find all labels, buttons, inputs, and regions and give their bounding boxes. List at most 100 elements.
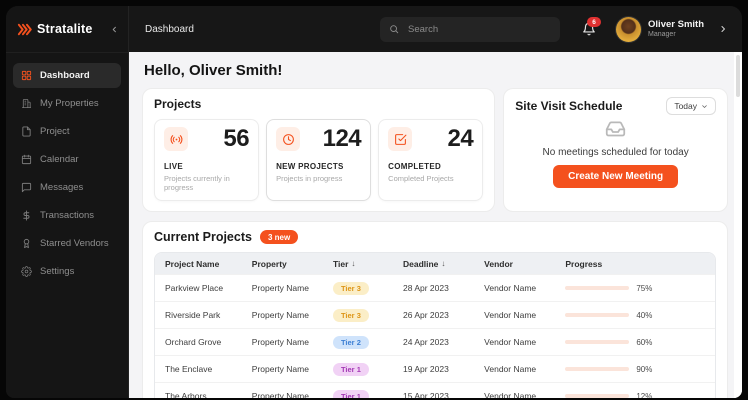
sidebar-item-messages[interactable]: Messages [13, 175, 121, 200]
stat-card-live[interactable]: 56 LIVE Projects currently in progress [154, 119, 260, 201]
table-row[interactable]: Parkview Place Property Name Tier 3 28 Apr … [155, 274, 715, 301]
stat-label: COMPLETED [388, 162, 442, 171]
create-meeting-button[interactable]: Create New Meeting [553, 165, 679, 188]
tier-badge: Tier 3 [332, 308, 369, 322]
user-name: Oliver Smith [648, 19, 704, 30]
search-field[interactable] [406, 22, 552, 36]
scrollbar-thumb[interactable] [736, 55, 740, 97]
sidebar: Stratalite Dashboard My Properties Project… [6, 6, 129, 398]
scrollbar[interactable] [734, 52, 742, 398]
table-row[interactable]: Riverside Park Property Name Tier 3 26 Apr … [155, 301, 715, 328]
logo-row: Stratalite [6, 6, 128, 53]
progress-percent: 12% [636, 391, 653, 399]
sidebar-item-label: Project [40, 126, 70, 137]
user-role: Manager [648, 31, 676, 38]
tier-badge: Tier 2 [332, 335, 369, 349]
tier-badge: Tier 1 [332, 389, 369, 398]
broadcast-icon [164, 127, 188, 151]
property-cell: Property Name [251, 391, 309, 398]
deadline-cell: 26 Apr 2023 [402, 310, 449, 320]
stratalite-logo-icon [17, 22, 32, 37]
tier-badge: Tier 3 [332, 281, 369, 295]
progress-percent: 40% [636, 310, 653, 320]
projects-table: Project Name Property Tier ↓ Deadline ↓ Vendor… [154, 252, 716, 398]
inbox-tray-icon [605, 118, 626, 139]
stat-sublabel: Completed Projects [388, 174, 454, 183]
stat-card-new-projects[interactable]: 124 NEW PROJECTS Projects in progress [266, 119, 372, 201]
project-name-cell: The Arbors [165, 391, 207, 398]
progress-bar [565, 313, 630, 317]
property-cell: Property Name [251, 310, 309, 320]
search-input[interactable] [380, 16, 561, 42]
sidebar-item-transactions[interactable]: Transactions [13, 203, 121, 228]
property-cell: Property Name [251, 283, 309, 293]
notifications-button[interactable]: 6 [582, 17, 602, 36]
table-row[interactable]: The Arbors Property Name Tier 1 15 Apr 2023… [155, 382, 715, 398]
no-meetings-text: No meetings scheduled for today [542, 147, 689, 158]
brand-name: Stratalite [37, 22, 93, 36]
sidebar-item-label: Calendar [40, 154, 79, 165]
project-name-cell: Parkview Place [165, 283, 224, 293]
dollar-icon [21, 210, 32, 221]
dashboard-icon [21, 70, 32, 81]
search-icon [389, 24, 399, 34]
table-row[interactable]: Orchard Grove Property Name Tier 2 24 Apr 2… [155, 328, 715, 355]
vendor-cell: Vendor Name [484, 337, 537, 347]
sidebar-item-label: My Properties [40, 98, 99, 109]
stat-value: 24 [447, 125, 474, 152]
award-icon [21, 238, 32, 249]
site-visit-title: Site Visit Schedule [515, 99, 623, 113]
document-icon [21, 126, 32, 137]
user-profile[interactable]: Oliver Smith Manager [616, 16, 704, 42]
progress-bar [565, 367, 630, 371]
sidebar-nav: Dashboard My Properties Project Calendar Mes… [6, 53, 128, 297]
deadline-cell: 15 Apr 2023 [402, 391, 449, 398]
current-projects-title: Current Projects [154, 230, 252, 244]
tier-badge: Tier 1 [332, 362, 369, 376]
gear-icon [21, 266, 32, 277]
sidebar-item-starred-vendors[interactable]: Starred Vendors [13, 231, 121, 256]
sort-down-icon[interactable]: ↓ [441, 259, 445, 268]
column-header-property: Property [251, 258, 287, 269]
stat-card-completed[interactable]: 24 COMPLETED Completed Projects [378, 119, 484, 201]
profile-chevron-icon[interactable] [718, 24, 728, 34]
schedule-filter-value: Today [674, 101, 697, 111]
table-header-row: Project Name Property Tier ↓ Deadline ↓ Vendor… [155, 253, 715, 274]
progress-percent: 75% [636, 283, 653, 293]
stat-sublabel: Projects currently in progress [164, 174, 230, 192]
vendor-cell: Vendor Name [484, 310, 537, 320]
column-header-deadline[interactable]: Deadline ↓ [393, 253, 474, 274]
check-square-icon [388, 127, 413, 151]
sidebar-item-settings[interactable]: Settings [13, 259, 121, 284]
sort-down-icon[interactable]: ↓ [351, 259, 355, 268]
chevron-down-icon [701, 103, 708, 110]
projects-panel: Projects 56 LIVE Projects currently in pro… [142, 88, 496, 212]
progress-bar [565, 394, 630, 398]
property-cell: Property Name [251, 337, 309, 347]
vendor-cell: Vendor Name [484, 364, 537, 374]
sidebar-item-calendar[interactable]: Calendar [13, 147, 121, 172]
column-header-progress: Progress [565, 258, 603, 269]
column-header-tier[interactable]: Tier ↓ [323, 253, 393, 274]
sidebar-item-project[interactable]: Project [13, 119, 121, 144]
vendor-cell: Vendor Name [484, 283, 537, 293]
project-name-cell: The Enclave [165, 364, 213, 374]
progress-percent: 60% [636, 337, 653, 347]
sidebar-item-my-properties[interactable]: My Properties [13, 91, 121, 116]
sidebar-item-label: Starred Vendors [40, 238, 109, 249]
breadcrumb: Dashboard [145, 23, 194, 35]
calendar-icon [21, 154, 32, 165]
sidebar-item-dashboard[interactable]: Dashboard [13, 63, 121, 88]
project-name-cell: Orchard Grove [165, 337, 222, 347]
app-window: Stratalite Dashboard My Properties Project… [6, 6, 742, 398]
sidebar-item-label: Settings [40, 266, 75, 277]
sidebar-collapse-button[interactable] [110, 25, 119, 34]
schedule-filter-select[interactable]: Today [666, 97, 716, 115]
table-row[interactable]: The Enclave Property Name Tier 1 19 Apr 202… [155, 355, 715, 382]
project-name-cell: Riverside Park [165, 310, 221, 320]
progress-bar [565, 286, 630, 290]
current-projects-panel: Current Projects 3 new Project Name Prope… [142, 221, 728, 398]
progress-bar [565, 340, 630, 344]
projects-panel-title: Projects [154, 97, 202, 111]
new-count-badge: 3 new [259, 230, 299, 244]
